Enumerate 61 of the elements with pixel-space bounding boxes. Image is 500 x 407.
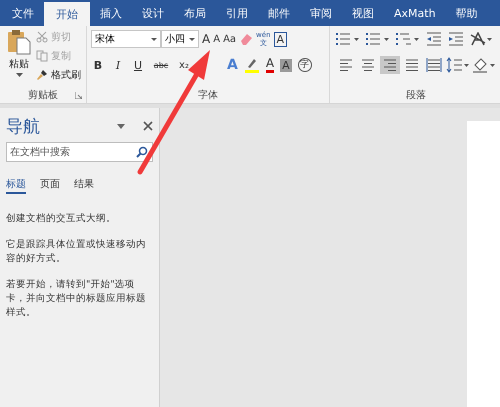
character-shading-button[interactable]: A	[280, 58, 292, 72]
bullet-list-icon[interactable]	[336, 32, 360, 46]
ribbon-tab[interactable]: 邮件	[258, 0, 300, 26]
strikethrough-button[interactable]: abc	[151, 60, 171, 70]
ribbon-tab[interactable]: 引用	[216, 0, 258, 26]
ribbon-tab[interactable]: 帮助	[446, 0, 488, 26]
help-text: 若要开始，请转到"开始"选项卡，并向文档中的标题应用标题样式。	[6, 278, 147, 320]
font-size-button[interactable]: A	[202, 32, 210, 46]
increase-indent-icon[interactable]	[448, 32, 464, 46]
enclose-character-button[interactable]: 字	[298, 58, 312, 72]
group-label: 字体	[198, 88, 218, 102]
ribbon-tab[interactable]: 审阅	[300, 0, 342, 26]
bold-button[interactable]: B	[91, 58, 105, 72]
close-icon[interactable]	[143, 121, 153, 131]
help-text: 创建文档的交互式大纲。	[6, 212, 117, 226]
numbered-list-icon[interactable]	[366, 32, 390, 46]
paint-bucket-icon[interactable]	[472, 57, 496, 73]
font-color-button[interactable]: A	[266, 57, 274, 73]
caret-icon[interactable]	[117, 124, 125, 128]
ribbon-tab[interactable]: 设计	[132, 0, 174, 26]
highlighter-icon[interactable]	[244, 57, 260, 73]
decrease-indent-icon[interactable]	[426, 32, 442, 46]
text-effect-button[interactable]: A	[227, 57, 238, 73]
ribbon-tab[interactable]: 开始	[44, 2, 90, 26]
clipboard-tool[interactable]: 格式刷	[36, 67, 81, 83]
asian-layout-icon[interactable]	[470, 32, 492, 46]
group-label: 剪贴板	[28, 88, 58, 102]
paste-button[interactable]: 粘贴	[4, 29, 34, 87]
multilevel-list-icon[interactable]	[396, 32, 420, 46]
dialog-launcher-icon[interactable]	[75, 92, 82, 99]
search-icon[interactable]	[136, 146, 148, 158]
group-label: 段落	[406, 88, 426, 102]
font-size-field[interactable]: 小四	[161, 30, 199, 48]
align-right-icon[interactable]	[380, 56, 400, 74]
clipboard-icon	[7, 29, 31, 55]
font-size-button[interactable]: A	[213, 34, 220, 44]
scissors-icon	[36, 31, 48, 43]
script-button[interactable]: x₂	[177, 60, 191, 70]
pane-title: 导航	[6, 116, 41, 138]
ribbon-tab[interactable]: 视图	[342, 0, 384, 26]
line-spacing-icon[interactable]	[446, 57, 470, 73]
caret-icon	[16, 73, 22, 77]
italic-button[interactable]: I	[111, 58, 125, 72]
ribbon-tab[interactable]: AxMath	[384, 0, 446, 26]
align-distributed-icon[interactable]	[424, 56, 444, 74]
character-border-button[interactable]: A	[274, 32, 288, 46]
ribbon-tab[interactable]: 插入	[90, 0, 132, 26]
brush-icon	[36, 69, 48, 81]
pane-tab[interactable]: 标题	[6, 176, 26, 194]
pane-tab[interactable]: 页面	[40, 176, 60, 194]
copy-icon	[36, 50, 48, 62]
change-case-button[interactable]: Aa	[223, 34, 236, 44]
ribbon-tab[interactable]: 布局	[174, 0, 216, 26]
ribbon-tab[interactable]: 文件	[2, 0, 44, 26]
search-field[interactable]: 在文档中搜索	[6, 142, 153, 162]
help-text: 它是跟踪具体位置或快速移动内容的好方式。	[6, 238, 147, 266]
caret-icon	[151, 38, 157, 40]
underline-button[interactable]: U	[131, 58, 145, 72]
font-name-field[interactable]: 宋体	[91, 30, 161, 48]
pane-tab[interactable]: 结果	[74, 176, 94, 194]
caret-icon	[189, 38, 195, 40]
